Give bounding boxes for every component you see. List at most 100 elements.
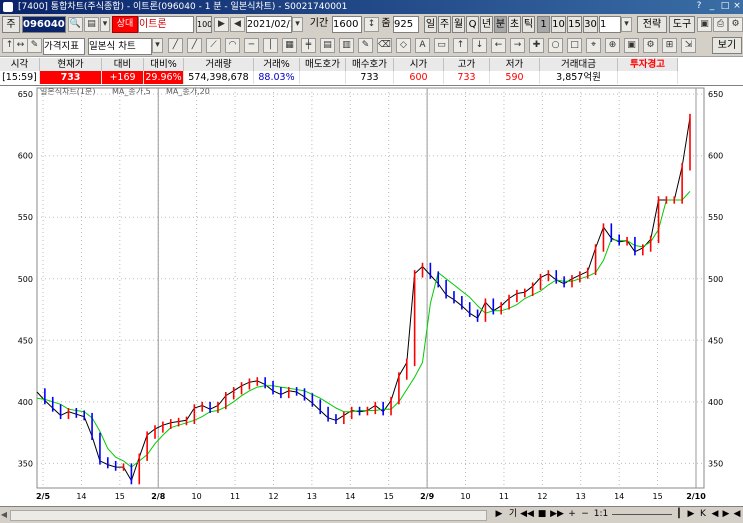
next-icon[interactable]: ▶ <box>686 508 696 521</box>
interval-15-button[interactable]: 15 <box>567 16 582 33</box>
draw-link-icon[interactable]: ⊞ <box>662 38 677 53</box>
draw-vertical-icon[interactable]: │ <box>263 38 278 53</box>
price-chart[interactable]: 일본식차트(1분) MA_종가,5 MA_종가,20 350 350400 4004… <box>0 86 743 506</box>
stop-icon[interactable]: ■ <box>537 508 547 521</box>
reset-zoom-button[interactable]: 1:1 <box>593 508 609 521</box>
draw-up-arrow-icon[interactable]: ↑ <box>453 38 468 53</box>
draw-left-arrow-icon[interactable]: ← <box>491 38 506 53</box>
draw-fib-icon[interactable]: ▤ <box>320 38 335 53</box>
quote-change: +169 <box>102 71 144 84</box>
month-button[interactable]: 월 <box>452 16 465 33</box>
count-badge: 100 <box>196 16 212 33</box>
chart-type-select[interactable]: 일본식 차트 <box>88 38 152 55</box>
scroll-right-icon[interactable]: ▶ <box>494 508 504 521</box>
draw-fan-icon[interactable]: ⟋ <box>206 38 221 53</box>
draw-rect-icon[interactable]: □ <box>567 38 582 53</box>
interval-30-button[interactable]: 30 <box>583 16 598 33</box>
draw-cycle-icon[interactable]: ▥ <box>339 38 354 53</box>
indicator-select[interactable]: 가격지표 <box>43 38 85 55</box>
interval-10-button[interactable]: 10 <box>551 16 566 33</box>
quarter-button[interactable]: Q <box>466 16 479 33</box>
minute-button[interactable]: 분 <box>494 16 507 33</box>
interval-dropdown-icon[interactable]: ▾ <box>621 17 632 32</box>
scroll-left-icon[interactable]: ◀ <box>0 508 8 521</box>
draw-horizontal-icon[interactable]: ─ <box>244 38 259 53</box>
draw-trend-icon[interactable]: ╱ <box>187 38 202 53</box>
expand-icon[interactable]: ↔ <box>13 38 28 53</box>
left-icon[interactable]: ◀ <box>710 508 720 521</box>
interval-select[interactable]: 1 <box>599 16 621 33</box>
quote-header: 저가 <box>490 58 540 71</box>
draw-cross-icon[interactable]: ✚ <box>529 38 544 53</box>
y-tick-label-left: 400 <box>18 398 33 407</box>
minimize-icon[interactable]: _ <box>706 1 718 12</box>
market-select[interactable]: 주 <box>2 16 20 33</box>
week-button[interactable]: 주 <box>438 16 451 33</box>
back-icon[interactable]: ◀ <box>732 508 742 521</box>
draw-ruler-icon[interactable]: ╪ <box>301 38 316 53</box>
quote-header: 대비 <box>102 58 144 71</box>
play-icon[interactable]: ▶ <box>214 17 229 32</box>
draw-text-icon[interactable]: A <box>415 38 430 53</box>
second-button[interactable]: 초 <box>508 16 521 33</box>
draw-eraser-icon[interactable]: ⌫ <box>377 38 392 53</box>
y-tick-label-right: 600 <box>708 152 723 161</box>
draw-right-arrow-icon[interactable]: → <box>510 38 525 53</box>
date-input[interactable]: 2021/02/10 <box>246 16 292 33</box>
dropdown-icon[interactable]: ▾ <box>100 17 110 32</box>
stock-code-input[interactable]: 096040 <box>22 16 66 33</box>
settings-icon[interactable]: ⚙ <box>728 17 743 32</box>
maximize-icon[interactable]: □ <box>719 1 731 12</box>
draw-chart-add-icon[interactable]: ▣ <box>624 38 639 53</box>
interval-1-button[interactable]: 1 <box>537 16 550 33</box>
period-input[interactable]: 1600 <box>332 16 362 33</box>
chart-area[interactable]: 일본식차트(1분) MA_종가,5 MA_종가,20 350 350 400 400 4… <box>0 86 743 506</box>
y-tick-label-right: 400 <box>708 398 723 407</box>
draw-settings-icon[interactable]: ⚙ <box>643 38 658 53</box>
search-icon[interactable]: 🔍 <box>68 17 83 32</box>
rewind-icon[interactable]: ◀◀ <box>520 508 534 521</box>
draw-arc-icon[interactable]: ◠ <box>225 38 240 53</box>
draw-channel-icon[interactable]: ▦ <box>282 38 297 53</box>
strategy-button[interactable]: 전략 <box>637 16 667 33</box>
k-icon[interactable]: K <box>698 508 708 521</box>
chart-type-dropdown-icon[interactable]: ▾ <box>152 38 163 53</box>
print-icon[interactable]: ⎙ <box>713 17 728 32</box>
save-icon[interactable]: ▣ <box>697 17 712 32</box>
chart-label[interactable]: 기 <box>507 508 519 521</box>
day-button[interactable]: 일 <box>424 16 437 33</box>
list-icon[interactable]: ▤ <box>84 17 99 32</box>
tools-button[interactable]: 도구 <box>669 16 695 33</box>
period-stepper-icon[interactable]: ↕ <box>364 17 379 32</box>
draw-note-icon[interactable]: ▭ <box>434 38 449 53</box>
y-tick-label-right: 650 <box>708 90 723 99</box>
right-icon[interactable]: ▶ <box>721 508 731 521</box>
x-tick-label: 2/8 <box>151 492 165 501</box>
draw-circle-icon[interactable]: ○ <box>548 38 563 53</box>
draw-line-icon[interactable]: ╱ <box>168 38 183 53</box>
draw-export-icon[interactable]: ⇲ <box>681 38 696 53</box>
calendar-dropdown-icon[interactable]: ▾ <box>292 17 303 32</box>
horizontal-scrollbar[interactable] <box>10 510 487 521</box>
toolbar-row-2: ↑ ↔ ✎ 가격지표 일본식 차트 ▾ 보기 ╱ ╱ ⟋ ◠ ─ │ ▦ ╪ ▤ ▥ ✎ ⌫ ◇ A ▭ ↑ ↓… <box>0 36 743 57</box>
draw-magnet-icon[interactable]: ⊕ <box>605 38 620 53</box>
draw-pencil-icon[interactable]: ✎ <box>358 38 373 53</box>
quote-warning <box>618 71 678 84</box>
slider-handle[interactable]: ┃ <box>675 508 683 521</box>
zoom-input[interactable]: 925 <box>393 16 419 33</box>
zoom-in-icon[interactable]: + <box>567 508 577 521</box>
tick-button[interactable]: 틱 <box>522 16 535 33</box>
help-icon[interactable]: ? <box>693 1 705 12</box>
view-button[interactable]: 보기 <box>712 37 742 54</box>
edit-icon[interactable]: ✎ <box>27 38 42 53</box>
year-button[interactable]: 년 <box>480 16 493 33</box>
draw-shape-icon[interactable]: ◇ <box>396 38 411 53</box>
close-icon[interactable]: × <box>731 1 743 12</box>
draw-select-icon[interactable]: ⌖ <box>586 38 601 53</box>
prev-icon[interactable]: ◀ <box>230 17 245 32</box>
fast-forward-icon[interactable]: ▶▶ <box>550 508 564 521</box>
zoom-out-icon[interactable]: − <box>580 508 590 521</box>
draw-down-arrow-icon[interactable]: ↓ <box>472 38 487 53</box>
quote-header: 대비% <box>144 58 184 71</box>
zoom-slider[interactable] <box>612 514 672 515</box>
